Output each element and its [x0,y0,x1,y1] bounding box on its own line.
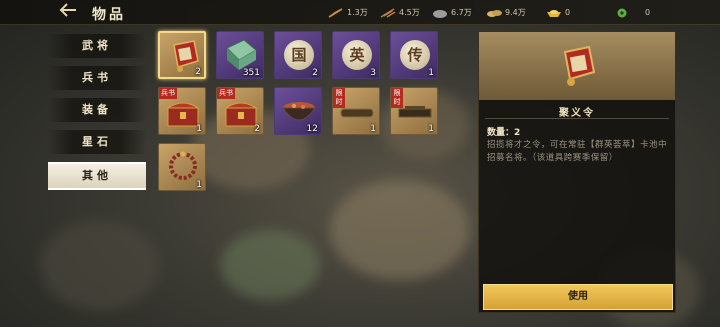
item-count: 1 [428,124,434,134]
item-preview [479,32,675,100]
stone-icon [432,8,448,18]
item-slot[interactable]: 限时 1 [390,87,438,135]
item-name: 聚义令 [559,108,595,119]
tab-star-stones[interactable]: 星石 [48,130,146,154]
item-slot[interactable]: 351 [216,31,264,79]
scroll-token-icon [563,45,596,86]
green-book-icon [226,39,257,70]
item-slot[interactable]: 限时 1 [332,87,380,135]
resource-jade: 0 [614,6,650,20]
item-count: 12 [306,124,318,134]
item-count: 351 [242,68,260,78]
resource-stone: 6.7万 [432,6,472,20]
item-description: 招揽将才之令，可在常驻【群英荟萃】卡池中招募名将。（该道具跨赛季保留） [487,140,668,163]
item-count: 2 [312,68,318,78]
bead-bracelet-icon [169,151,197,180]
item-slot[interactable]: 国 2 [274,31,322,79]
resource-value: 6.7万 [451,8,472,17]
tab-other[interactable]: 其他 [48,162,146,190]
item-detail-panel: 聚义令 数量：2 招揽将才之令，可在常驻【群英荟萃】卡池中招募名将。（该道具跨赛… [478,31,676,313]
item-slot[interactable]: 英 3 [332,31,380,79]
coin-chuan-icon: 传 [400,40,430,70]
divider [485,118,669,119]
item-count: 1 [428,68,434,78]
item-slot[interactable]: 12 [274,87,322,135]
item-count: 1 [370,124,376,134]
item-quantity: 数量：2 [487,128,521,138]
item-slot[interactable]: 2 [158,31,206,79]
resource-value: 0 [645,8,651,17]
wheat-icon [380,7,396,18]
resource-grain: 4.5万 [380,6,420,20]
gold-ingot-icon [546,8,562,18]
resource-value: 4.5万 [399,8,420,17]
item-tag: 兵书 [159,88,177,99]
food-bowl-icon [282,102,316,121]
resource-value: 0 [565,8,571,17]
tab-generals[interactable]: 武将 [48,34,146,58]
item-slot[interactable]: 传 1 [390,31,438,79]
feather-icon [328,7,344,18]
item-count: 3 [370,68,376,78]
item-count: 2 [195,67,201,77]
item-count: 2 [254,124,260,134]
resource-coin: 9.4万 [486,6,526,20]
item-slot[interactable]: 兵书 2 [216,87,264,135]
item-count: 1 [196,124,202,134]
jade-icon [614,8,630,18]
tab-equipment[interactable]: 装备 [48,98,146,122]
item-tag: 兵书 [217,88,235,99]
resource-gold: 0 [546,6,570,20]
category-sidebar: 武将 兵书 装备 星石 其他 [48,34,148,198]
item-count: 1 [196,180,202,190]
back-arrow-icon[interactable] [58,2,78,22]
item-slot[interactable]: 兵书 1 [158,87,206,135]
top-bar: 物品 1.3万 4.5万 6.7万 9.4万 0 0 [0,0,720,25]
tab-military-books[interactable]: 兵书 [48,66,146,90]
resource-value: 1.3万 [347,8,368,17]
item-slot[interactable]: 1 [158,143,206,191]
coins-icon [486,8,502,18]
item-tag: 限时 [391,88,403,108]
mat-icon [340,108,374,118]
resource-wood: 1.3万 [328,6,368,20]
item-tag: 限时 [333,88,345,108]
use-button[interactable]: 使用 [483,284,673,310]
coin-guo-icon: 国 [284,40,314,70]
coin-ying-icon: 英 [342,40,372,70]
page-title: 物品 [92,7,126,23]
resource-value: 9.4万 [505,8,526,17]
